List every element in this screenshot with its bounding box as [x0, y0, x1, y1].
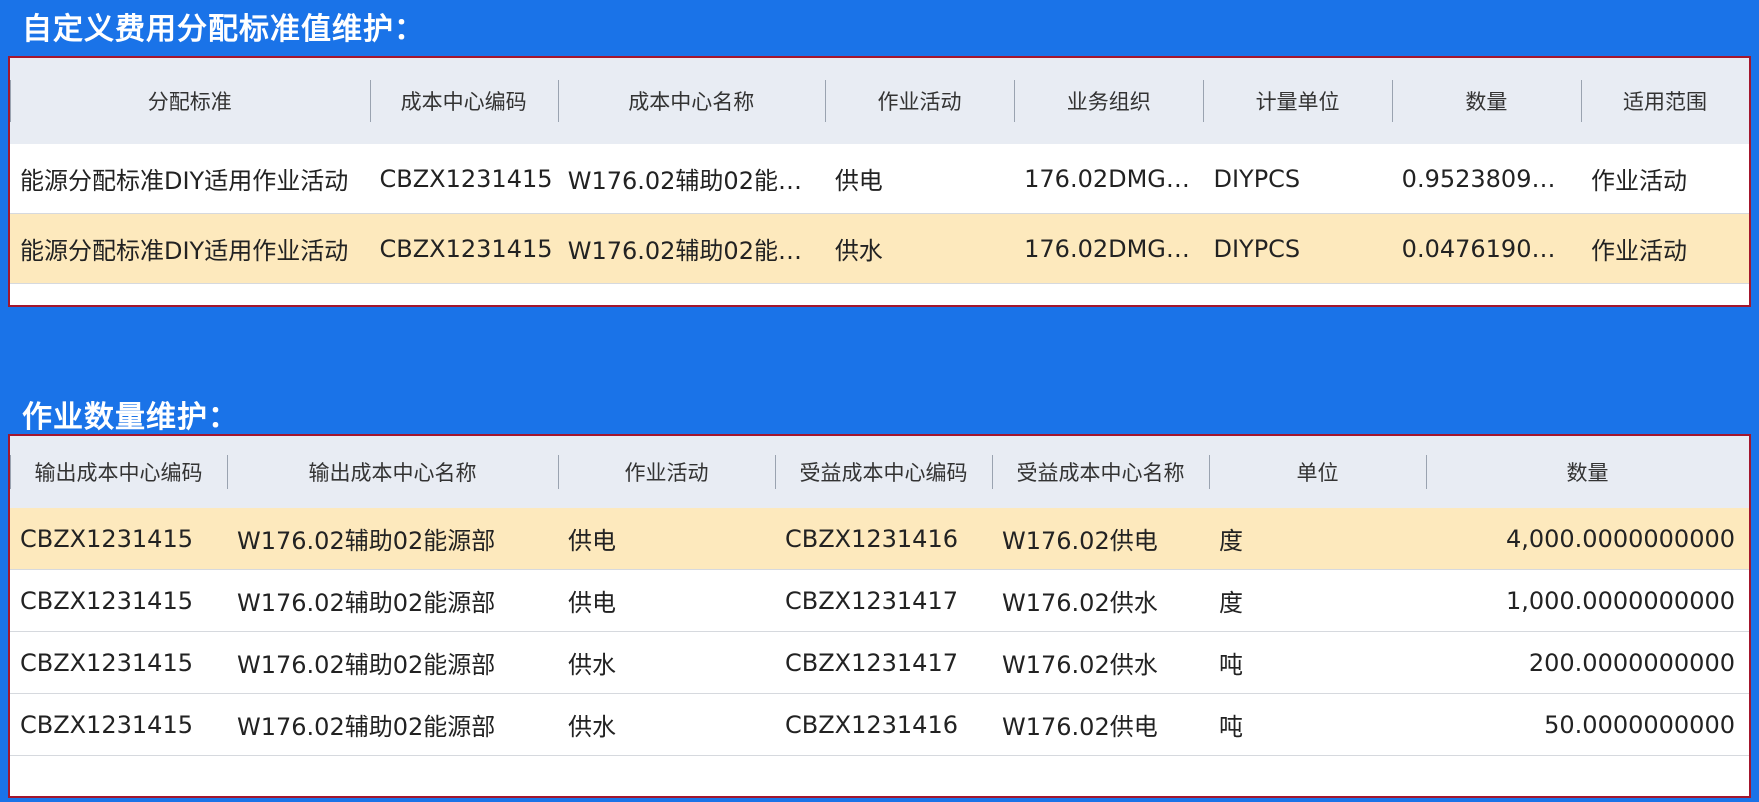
- cell-beneficiary-cost-center-code: CBZX1231417: [775, 631, 992, 694]
- column-header-allocation-standard[interactable]: 分配标准: [10, 58, 370, 144]
- cell-cost-center-name: W176.02辅助02能源部: [557, 213, 825, 284]
- cell-output-cost-center-name: W176.02辅助02能源部: [227, 508, 558, 570]
- column-header-unit[interactable]: 计量单位: [1203, 58, 1392, 144]
- activity-quantity-table: 输出成本中心编码 输出成本中心名称 作业活动 受益成本中心编码 受益成本中心名称…: [10, 436, 1749, 756]
- cell-cost-center-code: CBZX1231415: [369, 144, 558, 214]
- table-row[interactable]: CBZX1231415 W176.02辅助02能源部 供水 CBZX123141…: [10, 693, 1749, 756]
- cell-unit: 度: [1209, 569, 1426, 632]
- cell-allocation-standard: 能源分配标准DIY适用作业活动: [10, 144, 370, 214]
- table-header-row: 输出成本中心编码 输出成本中心名称 作业活动 受益成本中心编码 受益成本中心名称…: [10, 436, 1749, 508]
- cell-business-org: 176.02DMGM...: [1014, 144, 1204, 214]
- column-header-cost-center-code[interactable]: 成本中心编码: [369, 58, 558, 144]
- cell-allocation-standard: 能源分配标准DIY适用作业活动: [10, 213, 370, 284]
- table-row[interactable]: CBZX1231415 W176.02辅助02能源部 供水 CBZX123141…: [10, 631, 1749, 694]
- cell-beneficiary-cost-center-name: W176.02供电: [992, 693, 1209, 756]
- cell-activity: 供电: [558, 508, 775, 570]
- cost-allocation-title: 自定义费用分配标准值维护：: [22, 12, 425, 47]
- cell-activity: 供水: [558, 631, 775, 694]
- column-header-output-cost-center-code[interactable]: 输出成本中心编码: [10, 436, 227, 508]
- activity-quantity-panel: 输出成本中心编码 输出成本中心名称 作业活动 受益成本中心编码 受益成本中心名称…: [8, 434, 1751, 798]
- activity-quantity-title: 作业数量维护：: [22, 400, 239, 435]
- cell-output-cost-center-code: CBZX1231415: [10, 693, 227, 756]
- cell-cost-center-code: CBZX1231415: [369, 213, 558, 284]
- cell-scope: 作业活动: [1581, 144, 1749, 214]
- column-header-cost-center-name[interactable]: 成本中心名称: [557, 58, 825, 144]
- table-row-selected[interactable]: 能源分配标准DIY适用作业活动 CBZX1231415 W176.02辅助02能…: [10, 213, 1749, 284]
- column-header-activity[interactable]: 作业活动: [824, 58, 1015, 144]
- column-header-quantity[interactable]: 数量: [1391, 58, 1581, 144]
- cell-activity: 供水: [558, 693, 775, 756]
- cell-output-cost-center-name: W176.02辅助02能源部: [227, 569, 558, 632]
- cell-activity: 供水: [824, 213, 1015, 284]
- cell-output-cost-center-name: W176.02辅助02能源部: [227, 693, 558, 756]
- cell-quantity: 50.0000000000: [1426, 693, 1749, 756]
- cell-unit: 吨: [1209, 631, 1426, 694]
- cell-beneficiary-cost-center-name: W176.02供水: [992, 631, 1209, 694]
- cell-output-cost-center-code: CBZX1231415: [10, 508, 227, 570]
- cell-beneficiary-cost-center-name: W176.02供水: [992, 569, 1209, 632]
- cell-beneficiary-cost-center-code: CBZX1231416: [775, 693, 992, 756]
- column-header-output-cost-center-name[interactable]: 输出成本中心名称: [227, 436, 558, 508]
- column-header-activity[interactable]: 作业活动: [558, 436, 775, 508]
- cell-activity: 供电: [558, 569, 775, 632]
- column-header-quantity[interactable]: 数量: [1426, 436, 1749, 508]
- column-header-scope[interactable]: 适用范围: [1581, 58, 1749, 144]
- table-row-selected[interactable]: CBZX1231415 W176.02辅助02能源部 供电 CBZX123141…: [10, 508, 1749, 570]
- cell-output-cost-center-code: CBZX1231415: [10, 569, 227, 632]
- cell-unit: 度: [1209, 508, 1426, 570]
- cell-quantity: 200.0000000000: [1426, 631, 1749, 694]
- cell-cost-center-name: W176.02辅助02能源部: [557, 144, 825, 214]
- cost-allocation-panel: 分配标准 成本中心编码 成本中心名称 作业活动 业务组织 计量单位 数量 适用范…: [8, 56, 1751, 307]
- cell-activity: 供电: [824, 144, 1015, 214]
- table-row[interactable]: CBZX1231415 W176.02辅助02能源部 供电 CBZX123141…: [10, 569, 1749, 632]
- cell-beneficiary-cost-center-name: W176.02供电: [992, 508, 1209, 570]
- cell-output-cost-center-code: CBZX1231415: [10, 631, 227, 694]
- cell-beneficiary-cost-center-code: CBZX1231417: [775, 569, 992, 632]
- column-header-unit[interactable]: 单位: [1209, 436, 1426, 508]
- cell-quantity: 1,000.0000000000: [1426, 569, 1749, 632]
- column-header-beneficiary-cost-center-code[interactable]: 受益成本中心编码: [775, 436, 992, 508]
- cost-allocation-table: 分配标准 成本中心编码 成本中心名称 作业活动 业务组织 计量单位 数量 适用范…: [10, 58, 1749, 284]
- cell-business-org: 176.02DMGM...: [1014, 213, 1204, 284]
- cell-unit: 吨: [1209, 693, 1426, 756]
- cell-output-cost-center-name: W176.02辅助02能源部: [227, 631, 558, 694]
- cell-quantity: 0.9523809520: [1391, 144, 1581, 214]
- cell-quantity: 0.0476190480: [1391, 213, 1581, 284]
- cell-unit: DIYPCS: [1203, 144, 1392, 214]
- cell-unit: DIYPCS: [1203, 213, 1392, 284]
- cell-quantity: 4,000.0000000000: [1426, 508, 1749, 570]
- table-row[interactable]: 能源分配标准DIY适用作业活动 CBZX1231415 W176.02辅助02能…: [10, 144, 1749, 214]
- cell-beneficiary-cost-center-code: CBZX1231416: [775, 508, 992, 570]
- column-header-beneficiary-cost-center-name[interactable]: 受益成本中心名称: [992, 436, 1209, 508]
- cell-scope: 作业活动: [1581, 213, 1749, 284]
- table-header-row: 分配标准 成本中心编码 成本中心名称 作业活动 业务组织 计量单位 数量 适用范…: [10, 58, 1749, 144]
- column-header-business-org[interactable]: 业务组织: [1014, 58, 1204, 144]
